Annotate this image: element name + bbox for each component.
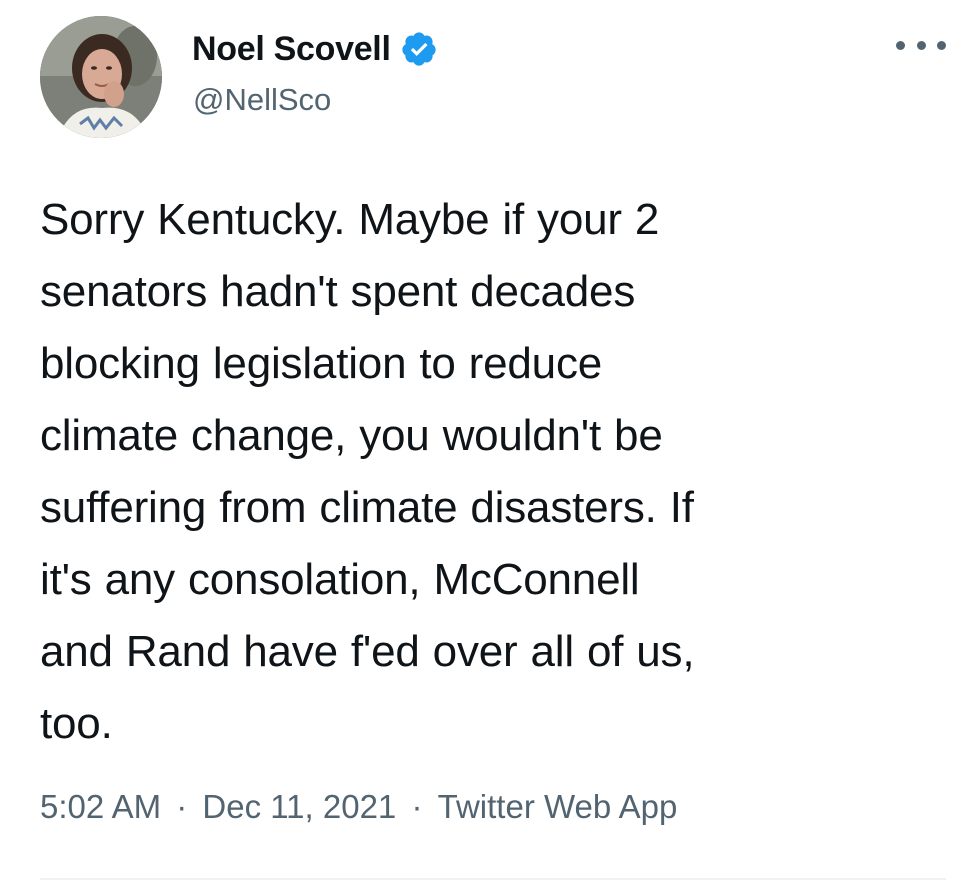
tweet: Noel Scovell @NellSco Sorry Kentucky. Ma… — [0, 0, 980, 886]
more-dot — [916, 40, 926, 50]
tweet-text-line: too. — [40, 699, 113, 748]
more-dot — [937, 40, 946, 50]
author-handle[interactable]: @NellSco — [193, 82, 331, 118]
divider — [40, 878, 946, 880]
more-options-icon[interactable] — [896, 30, 946, 60]
tweet-text-line: blocking legislation to reduce — [40, 339, 603, 388]
tweet-text-line: Sorry Kentucky. Maybe if your 2 — [40, 195, 660, 244]
tweet-metadata: 5:02 AM · Dec 11, 2021 · Twitter Web App — [40, 788, 677, 826]
tweet-text: Sorry Kentucky. Maybe if your 2 senators… — [40, 184, 960, 760]
avatar[interactable] — [40, 16, 162, 138]
tweet-text-line: it's any consolation, McConnell — [40, 555, 640, 604]
tweet-time[interactable]: 5:02 AM — [40, 788, 161, 826]
verified-badge-icon — [400, 30, 438, 68]
profile-photo-icon — [40, 16, 162, 138]
meta-separator: · — [176, 788, 188, 825]
author-name-row[interactable]: Noel Scovell — [192, 26, 438, 72]
author-display-name[interactable]: Noel Scovell — [192, 30, 391, 69]
more-dot — [896, 40, 905, 50]
tweet-text-line: senators hadn't spent decades — [40, 267, 636, 316]
tweet-date[interactable]: Dec 11, 2021 — [202, 788, 396, 826]
meta-separator: · — [411, 788, 423, 825]
tweet-text-line: climate change, you wouldn't be — [40, 411, 663, 460]
tweet-text-line: and Rand have f'ed over all of us, — [40, 627, 695, 676]
tweet-text-line: suffering from climate disasters. If — [40, 483, 694, 532]
tweet-source-link[interactable]: Twitter Web App — [438, 788, 678, 826]
